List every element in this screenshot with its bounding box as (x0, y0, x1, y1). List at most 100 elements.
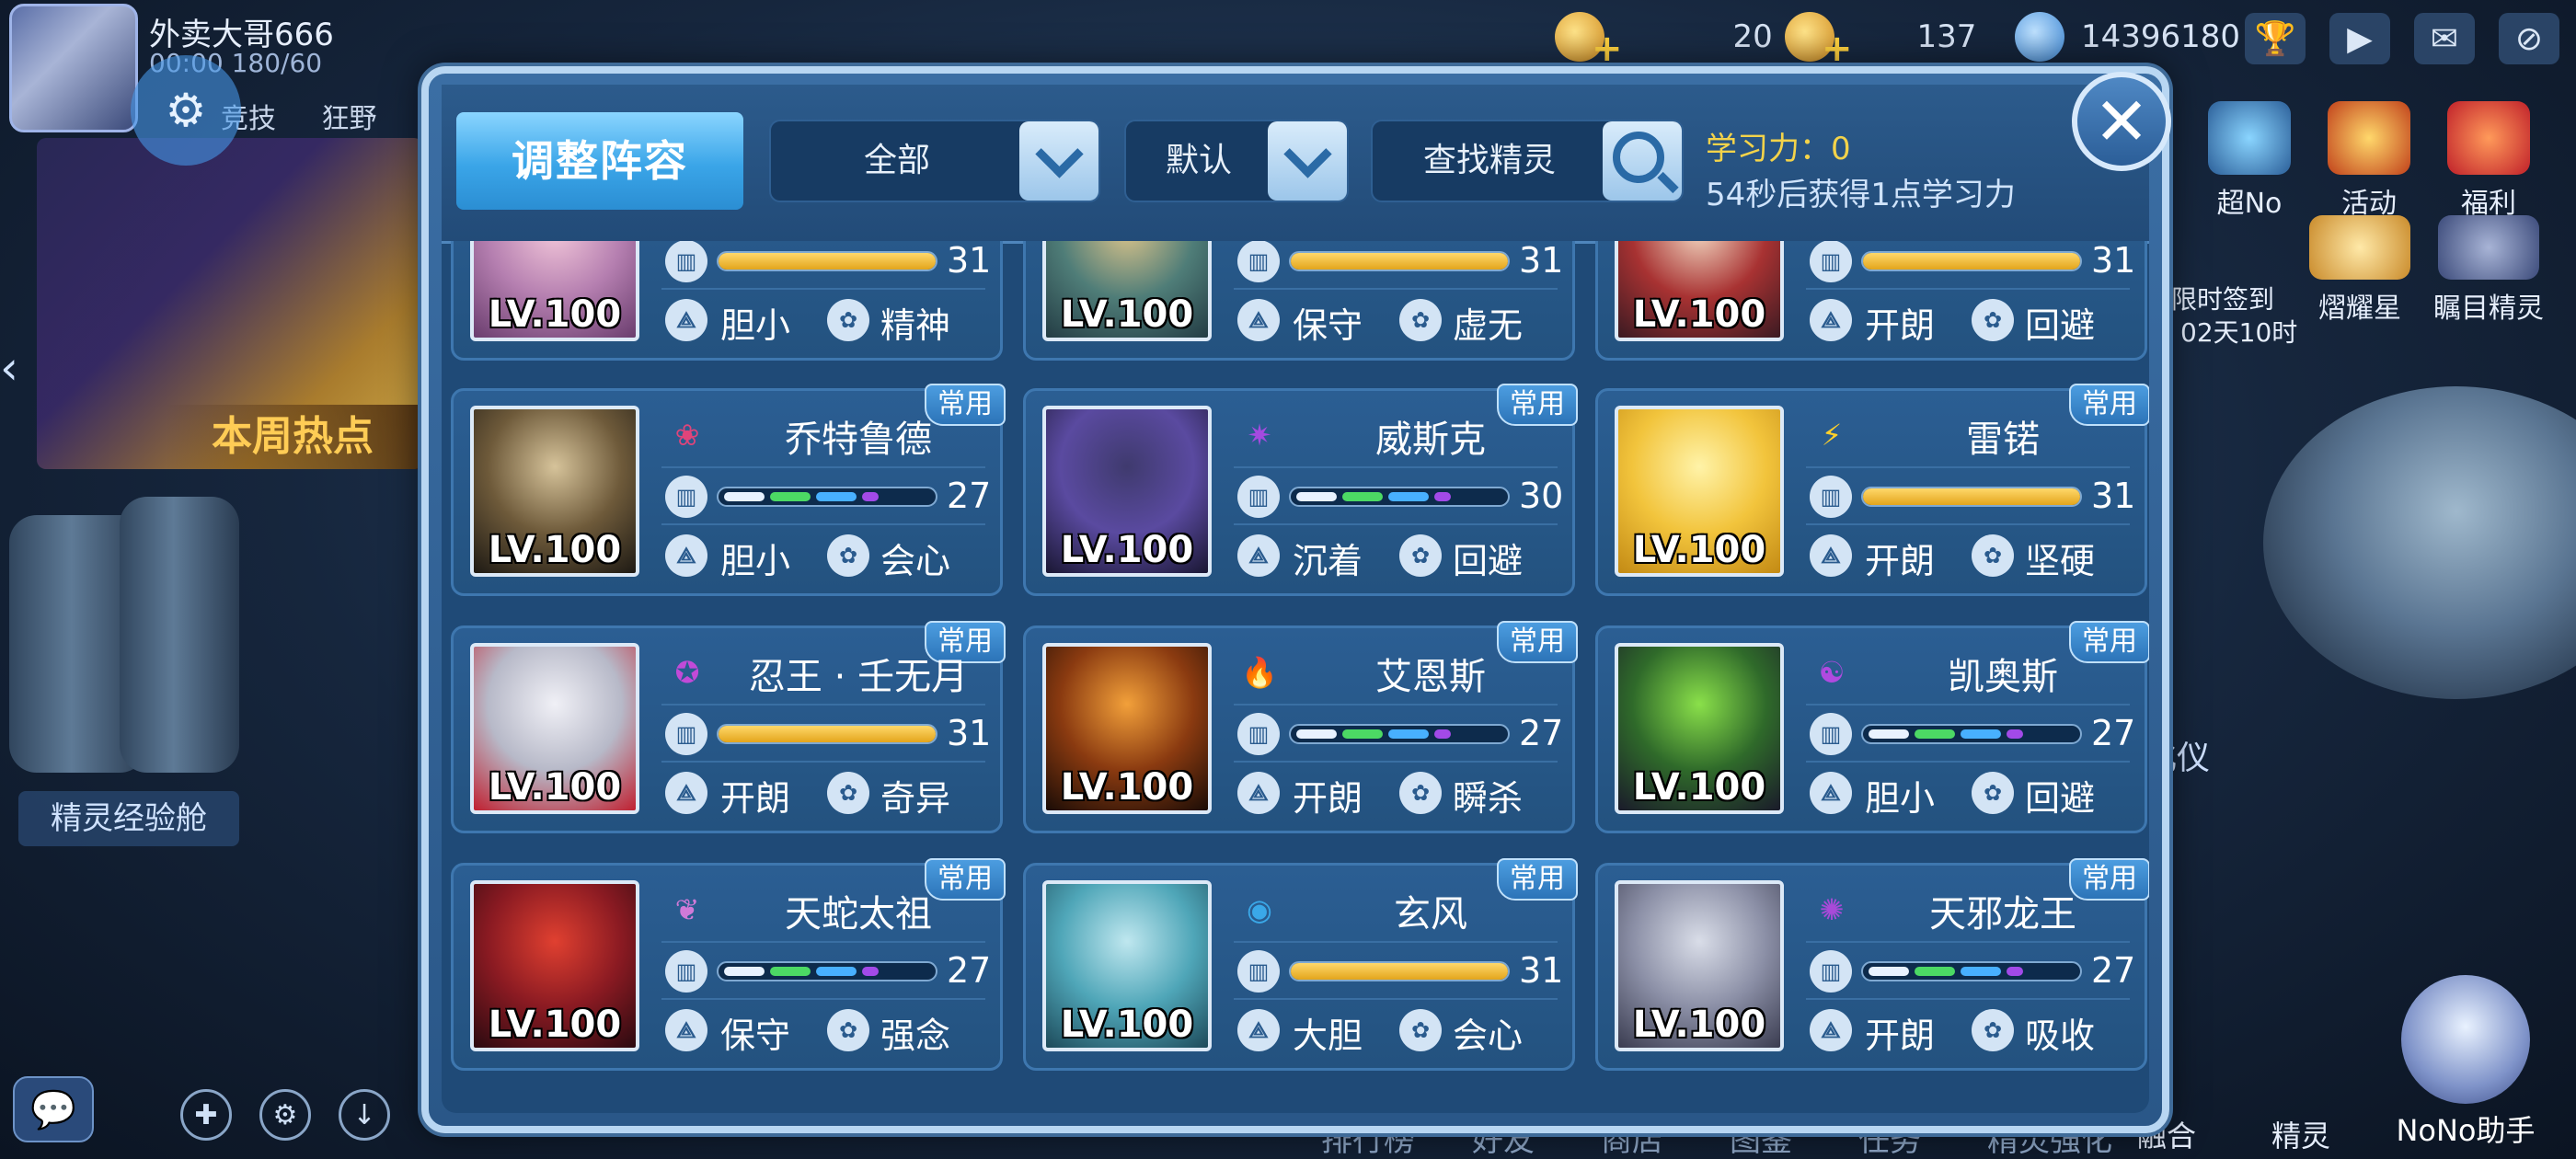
mail-icon[interactable]: ✉ (2414, 13, 2475, 64)
nature-label: 开朗 (720, 778, 791, 819)
divider (661, 288, 985, 290)
chevron-down-icon[interactable] (1268, 121, 1347, 201)
spirit-portrait[interactable]: LV.100 (470, 406, 639, 577)
spirit-name: 威斯克 (1375, 419, 1486, 461)
spirit-level: LV.100 (1060, 1004, 1194, 1046)
close-icon[interactable]: ✕ (2072, 72, 2171, 171)
spirit-portrait[interactable]: LV.100 (1615, 406, 1784, 577)
spirit-card[interactable]: LV.100 常用 ✪ 忍王 · 壬无月 ▥ 31 ⟁ 开朗 ✿ 奇异 (451, 621, 1006, 833)
nature-icon: ⟁ (1810, 1009, 1852, 1051)
lineup-modal: 调整阵容 全部 默认 查找精灵 学习力：0 54秒后获得1点学习力 LV.100… (421, 66, 2169, 1133)
resource-item-2[interactable]: + 137 (1785, 9, 1976, 70)
signin-label[interactable]: 限时签到 (2171, 283, 2274, 316)
exp-capsule-label[interactable]: 精灵经验舱 (18, 791, 239, 846)
resource-item-3[interactable]: 14396180 (2015, 9, 2240, 64)
divider (661, 466, 985, 468)
chat-icon[interactable]: 💬 (13, 1076, 94, 1142)
resource-item-1[interactable]: + 20 (1555, 9, 1773, 70)
spirit-card[interactable]: LV.100 常用 ❦ 天蛇太祖 ▥ 27 ⟁ 保守 ✿ 强念 (451, 858, 1006, 1071)
feature-label: 超No (2216, 188, 2283, 220)
nature-label: 开朗 (1865, 305, 1936, 346)
spirit-card[interactable]: LV.100 ▥ 31 ⟁ 开朗 ✿ 回避 (1595, 241, 2147, 361)
spirit-portrait[interactable]: LV.100 (1615, 643, 1784, 814)
player-avatar[interactable] (9, 4, 138, 132)
divider (1806, 941, 2130, 943)
nono-assistant[interactable]: NoNo助手 (2374, 975, 2558, 1150)
trait-icon: ✿ (827, 299, 869, 341)
gear-icon[interactable]: ⚙ (259, 1089, 311, 1141)
spirit-card[interactable]: LV.100 常用 ✷ 威斯克 ▥ 30 ⟁ 沉着 ✿ 回避 (1023, 384, 1578, 596)
mode-tab-wild[interactable]: 狂野 (322, 103, 377, 135)
spirit-card[interactable]: LV.100 常用 🔥 艾恩斯 ▥ 27 ⟁ 开朗 ✿ 瞬杀 (1023, 621, 1578, 833)
spirit-card[interactable]: LV.100 常用 ☯ 凯奥斯 ▥ 27 ⟁ 胆小 ✿ 回避 (1595, 621, 2149, 833)
filter-dropdown[interactable]: 全部 (769, 120, 1100, 202)
iv-segment (1961, 729, 2001, 739)
spirit-portrait[interactable]: LV.100 (470, 880, 639, 1051)
iv-bar (1861, 961, 2082, 981)
spirit-card[interactable]: LV.100 常用 ⚡ 雷锘 ▥ 31 ⟁ 开朗 ✿ 坚硬 (1595, 384, 2149, 596)
iv-bar-fill (1291, 253, 1508, 270)
iv-segment (1296, 729, 1337, 739)
plus-icon[interactable]: + (1822, 28, 1853, 70)
spirit-card[interactable]: LV.100 常用 ✺ 天邪龙王 ▥ 27 ⟁ 开朗 ✿ 吸收 (1595, 858, 2149, 1071)
star-badge-icon (2328, 101, 2410, 175)
divider (661, 998, 985, 1000)
spirit-portrait[interactable]: LV.100 (1042, 880, 1212, 1051)
nature-icon: ⟁ (1810, 772, 1852, 814)
spirit-portrait[interactable]: LV.100 (1615, 880, 1784, 1051)
nature-label: 胆小 (720, 541, 791, 581)
trait-label: 会心 (1453, 1016, 1524, 1056)
spirit-grid: LV.100 ▥ 31 ⟁ 胆小 ✿ 精神 LV.100 ▥ 31 ⟁ 保守 ✿ 虚无 LV.100 ▥ 31 ⟁… (442, 241, 2149, 1113)
divider (1234, 941, 1558, 943)
adjust-lineup-button[interactable]: 调整阵容 (456, 112, 743, 210)
attribute-icon: ⚡ (1821, 418, 1843, 453)
feature-events[interactable]: 活动 (2309, 101, 2429, 221)
iv-segment (862, 492, 879, 501)
feature-welfare[interactable]: 福利 (2429, 101, 2548, 221)
spirit-card[interactable]: LV.100 常用 ◉ 玄风 ▥ 31 ⟁ 大胆 ✿ 会心 (1023, 858, 1578, 1071)
feature-featured-spirit[interactable]: 瞩目精灵 (2429, 215, 2548, 326)
iv-bar-fill (719, 253, 936, 270)
divider (1806, 523, 2130, 525)
iv-value: 27 (947, 476, 992, 516)
spirit-portrait[interactable]: LV.100 (1042, 241, 1212, 341)
iv-segment (1434, 492, 1451, 501)
feature-shining-star[interactable]: 熠耀星 (2300, 215, 2420, 326)
trophy-icon[interactable]: 🏆 (2245, 13, 2306, 64)
iv-icon: ▥ (665, 950, 707, 993)
modal-body: 调整阵容 全部 默认 查找精灵 学习力：0 54秒后获得1点学习力 LV.100… (442, 85, 2149, 1113)
hot-event-banner: 本周热点 (166, 405, 423, 469)
spirit-portrait[interactable]: LV.100 (470, 643, 639, 814)
tab-spirits[interactable]: 精灵 (2250, 1113, 2352, 1155)
iv-bar (717, 251, 937, 271)
trait-label: 回避 (2025, 305, 2096, 346)
eye-off-icon[interactable]: ⊘ (2499, 13, 2559, 64)
plus-icon[interactable]: + (1592, 28, 1623, 70)
spirit-level: LV.100 (488, 1004, 622, 1046)
spirit-portrait[interactable]: LV.100 (1042, 406, 1212, 577)
trait-label: 会心 (880, 541, 951, 581)
gear-icon[interactable]: ⚙ (131, 55, 241, 166)
chevron-down-icon[interactable] (1019, 121, 1098, 201)
spirit-portrait[interactable]: LV.100 (1615, 241, 1784, 341)
spirit-card[interactable]: LV.100 常用 ❀ 乔特鲁德 ▥ 27 ⟁ 胆小 ✿ 会心 (451, 384, 1006, 596)
spirit-portrait[interactable]: LV.100 (470, 241, 639, 341)
spirit-level: LV.100 (1632, 529, 1766, 571)
spirit-portrait[interactable]: LV.100 (1042, 643, 1212, 814)
chevron-left-icon[interactable]: ‹ (0, 331, 37, 405)
attribute-icon: ❦ (674, 892, 700, 927)
play-icon[interactable]: ▶ (2329, 13, 2390, 64)
iv-bar (717, 724, 937, 744)
team-icon[interactable]: ✚ (180, 1089, 232, 1141)
spirit-card[interactable]: LV.100 ▥ 31 ⟁ 胆小 ✿ 精神 (451, 241, 1003, 361)
iv-bar (717, 961, 937, 981)
spirit-card[interactable]: LV.100 ▥ 31 ⟁ 保守 ✿ 虚无 (1023, 241, 1575, 361)
sort-dropdown[interactable]: 默认 (1124, 120, 1349, 202)
feature-super-no[interactable]: 超No (2190, 101, 2309, 221)
divider (1806, 704, 2130, 706)
search-icon[interactable] (1603, 121, 1682, 201)
download-icon[interactable]: ↓ (339, 1089, 390, 1141)
iv-bar-fill (1291, 963, 1508, 980)
trait-icon: ✿ (1399, 1009, 1442, 1051)
search-field[interactable]: 查找精灵 (1371, 120, 1684, 202)
